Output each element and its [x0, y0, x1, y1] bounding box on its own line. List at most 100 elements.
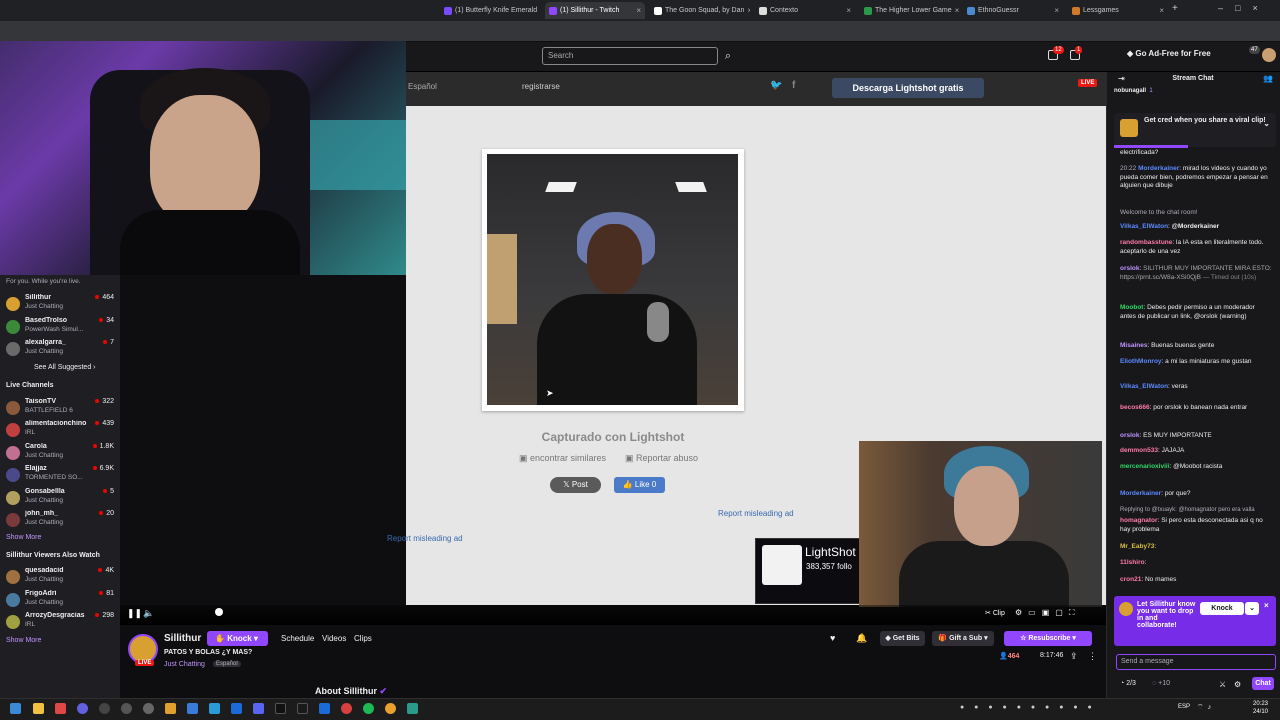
tiktok-icon[interactable] [275, 703, 286, 714]
system-tray-icons[interactable]: ● ● ● ● ● ● ● ● ● ● [960, 704, 1096, 711]
facebook-icon[interactable]: f [792, 80, 795, 91]
file-explorer-icon[interactable] [33, 703, 44, 714]
sidebar-channel[interactable]: Elajjaz TORMENTED SO... 6.9K [4, 465, 116, 487]
close-tab-icon[interactable]: × [1054, 6, 1059, 15]
app-icon[interactable] [297, 703, 308, 714]
sidebar-channel[interactable]: BasedTrolso PowerWash Simul... 34 [4, 317, 116, 339]
x-post-button[interactable]: 𝕏 Post [550, 477, 601, 493]
users-icon[interactable]: 👥 [1263, 74, 1273, 83]
windows-start-icon[interactable] [10, 703, 21, 714]
videos-tab[interactable]: Videos [322, 634, 346, 643]
points-bonus[interactable]: ◌ +10 [1152, 680, 1170, 687]
spotify-icon[interactable] [363, 703, 374, 714]
schedule-tab[interactable]: Schedule [281, 634, 314, 643]
sidebar-channel[interactable]: TaisonTV BATTLEFIELD 6 322 [4, 398, 116, 420]
browser-tab-active[interactable]: (1) Sillithur - Twitch × [545, 2, 645, 19]
volume-icon[interactable]: 🔈 [143, 608, 154, 619]
chrome-icon[interactable] [385, 703, 396, 714]
facebook-like-button[interactable]: 👍 Like 0 [614, 477, 665, 493]
download-lightshot-button[interactable]: Descarga Lightshot gratis [832, 78, 984, 98]
sword-icon[interactable]: ⚔ [1219, 680, 1226, 689]
app-icon[interactable] [55, 703, 66, 714]
settings-gear-icon[interactable]: ⚙ [1234, 680, 1241, 689]
search-icon[interactable]: ⌕ [719, 47, 737, 65]
chevron-down-icon[interactable]: ⌄ [1245, 602, 1259, 615]
sidebar-channel[interactable]: Gonsabellla Just Chatting 5 [4, 488, 116, 510]
show-more-link[interactable]: Show More [6, 534, 41, 541]
browser-tab[interactable]: Lessgames × [1068, 2, 1168, 19]
chat-message-input[interactable]: Send a message [1116, 654, 1276, 670]
heart-follow-icon[interactable]: ♥ [830, 633, 835, 643]
close-icon[interactable]: × [1264, 601, 1269, 610]
channel-points-counter[interactable]: ◔ 2/3 [1120, 680, 1136, 687]
sidebar-channel[interactable]: quesadacid Just Chatting 4K [4, 567, 116, 589]
steam-icon[interactable] [209, 703, 220, 714]
stream-category-link[interactable]: Just Chatting [164, 661, 205, 668]
sidebar-channel[interactable]: alimentacionchino IRL 439 [4, 420, 116, 442]
app-icon[interactable] [165, 703, 176, 714]
language-tag[interactable]: Español [213, 661, 241, 667]
find-similar-link[interactable]: ▣ encontrar similares [519, 453, 606, 464]
gift-sub-button[interactable]: 🎁 Gift a Sub ▾ [932, 631, 994, 646]
sidebar-channel[interactable]: FrigoAdri Just Chatting 81 [4, 590, 116, 612]
chat-send-button[interactable]: Chat [1252, 677, 1274, 690]
search-input[interactable]: Search [542, 47, 718, 65]
discord-icon[interactable] [253, 703, 264, 714]
report-misleading-ad-link[interactable]: Report misleading ad [718, 509, 794, 518]
app-icon[interactable] [121, 703, 132, 714]
app-icon[interactable] [143, 703, 154, 714]
close-tab-icon[interactable]: × [1159, 6, 1164, 15]
app-icon[interactable] [231, 703, 242, 714]
browser-address-bar[interactable] [0, 21, 1280, 41]
window-controls[interactable]: –□× [1218, 3, 1270, 13]
resubscribe-button[interactable]: ☆ Resubscribe ▾ [1004, 631, 1092, 646]
app-icon[interactable] [407, 703, 418, 714]
browser-tab[interactable]: Contexto × [755, 2, 855, 19]
register-link[interactable]: registrarse [522, 82, 560, 91]
knock-button[interactable]: Knock [1200, 602, 1244, 615]
taskbar-clock[interactable]: 20:23 24/10 [1253, 700, 1268, 716]
language-select[interactable]: Español [408, 82, 437, 91]
language-indicator[interactable]: ESP [1178, 704, 1190, 710]
close-tab-icon[interactable]: × [955, 6, 960, 15]
browser-tab[interactable]: (1) Butterfly Knife Emerald× [440, 2, 540, 19]
report-misleading-ad-link[interactable]: Report misleading ad [387, 534, 463, 543]
volume-slider-handle[interactable] [215, 608, 223, 616]
get-bits-button[interactable]: ◆ Get Bits [880, 631, 925, 646]
twitter-icon[interactable]: 🐦 [770, 80, 782, 91]
sidebar-channel[interactable]: ArrozyDesgracias IRL 298 [4, 612, 116, 634]
sidebar-channel[interactable]: john_mh_ Just Chatting 20 [4, 510, 116, 532]
see-all-suggested-link[interactable]: See All Suggested › [34, 364, 96, 371]
app-icon[interactable] [99, 703, 110, 714]
close-tab-icon[interactable]: × [636, 6, 641, 15]
app-icon[interactable] [77, 703, 88, 714]
clip-cred-banner[interactable]: Get cred when you share a viral clip! ⌄ [1114, 113, 1276, 147]
new-tab-button[interactable]: + [1172, 3, 1178, 14]
browser-tab[interactable]: EthnoGuessr × [963, 2, 1063, 19]
sidebar-channel[interactable]: Carola Just Chatting 1.8K [4, 443, 116, 465]
more-options-icon[interactable]: ⋮ [1088, 651, 1097, 662]
knock-button[interactable]: ✋ Knock ▾ [207, 631, 268, 646]
pause-icon[interactable]: ❚❚ [127, 608, 142, 619]
share-icon[interactable]: ⇪ [1070, 651, 1078, 662]
user-avatar[interactable] [1262, 48, 1276, 62]
close-tab-icon[interactable]: × [846, 6, 851, 15]
player-settings-icons[interactable]: ⚙▭▣▢⛶ [1015, 608, 1080, 618]
app-icon[interactable] [187, 703, 198, 714]
close-tab-icon[interactable]: × [747, 6, 750, 15]
bell-icon[interactable]: 🔔 [856, 633, 867, 644]
browser-tab[interactable]: The Higher Lower Game × [860, 2, 960, 19]
clips-tab[interactable]: Clips [354, 634, 372, 643]
show-more-link[interactable]: Show More [6, 637, 41, 644]
sidebar-channel[interactable]: alexalgarra_ Just Chatting 7 [4, 339, 116, 361]
clip-button[interactable]: ✂ Clip [985, 609, 1005, 617]
report-abuse-link[interactable]: ▣ Reportar abuso [625, 453, 698, 464]
browser-tab[interactable]: The Goon Squad, by Dan × [650, 2, 750, 19]
sidebar-channel[interactable]: Sillithur Just Chatting 464 [4, 294, 116, 316]
app-icon[interactable] [319, 703, 330, 714]
wifi-volume-icons[interactable]: ⌔♪ [1197, 703, 1215, 712]
channel-name[interactable]: Sillithur [164, 633, 201, 644]
gift-leaderboard[interactable]: nobunagaII 1 [1114, 88, 1274, 97]
ad-free-button[interactable]: ◆ Go Ad-Free for Free [1127, 49, 1211, 58]
app-icon[interactable] [341, 703, 352, 714]
